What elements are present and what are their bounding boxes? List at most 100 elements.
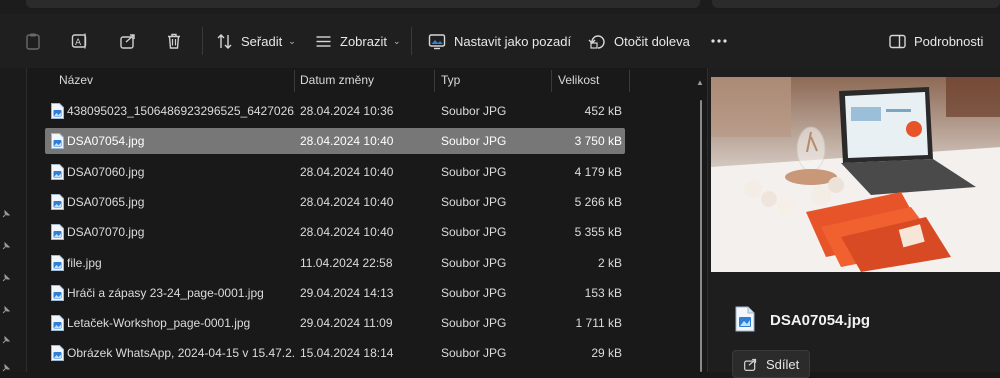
pin-icon[interactable] [2, 364, 10, 372]
command-bar: A Seřadit ⌄ Zobrazit ⌄ Nastavit jako poz… [0, 14, 1000, 69]
file-row[interactable]: DSA07070.jpg 28.04.2024 10:40 Soubor JPG 5 … [45, 219, 625, 245]
scrollbar-thumb[interactable] [700, 100, 702, 372]
jpg-file-icon [735, 306, 755, 332]
vertical-scrollbar[interactable]: ▲ [695, 68, 705, 372]
share-button[interactable] [119, 14, 137, 68]
pin-icon[interactable] [2, 210, 10, 218]
file-type: Soubor JPG [441, 134, 507, 149]
jpg-file-icon [51, 103, 64, 119]
jpg-file-icon [51, 315, 64, 332]
column-header-size[interactable]: Velikost [558, 68, 599, 94]
file-size: 5 355 kB [574, 225, 622, 240]
file-row[interactable]: DSA07060.jpg 28.04.2024 10:40 Soubor JPG 4 … [45, 159, 625, 185]
sort-label: Seřadit [241, 33, 283, 49]
jpg-file-icon [51, 163, 64, 180]
file-date-modified: 11.04.2024 22:58 [300, 255, 393, 270]
list-view-icon [316, 35, 331, 47]
file-name: DSA07054.jpg [67, 134, 145, 149]
column-divider[interactable] [551, 70, 552, 92]
file-size: 2 kB [597, 255, 622, 270]
details-pane-icon [889, 34, 906, 48]
file-date-modified: 28.04.2024 10:36 [300, 104, 394, 118]
details-pane: DSA07054.jpg Sdílet [707, 68, 1000, 378]
more-icon [711, 39, 727, 43]
file-date-modified: 28.04.2024 10:40 [300, 134, 394, 149]
search-bar-edge [712, 0, 1000, 8]
pin-icon[interactable] [2, 274, 10, 282]
file-row[interactable]: file.jpg 11.04.2024 22:58 Soubor JPG 2 kB [45, 250, 625, 276]
svg-text:A: A [75, 38, 82, 48]
column-header-date[interactable]: Datum změny [300, 68, 374, 94]
rotate-left-button[interactable]: Otočit doleva [588, 14, 690, 68]
rotate-left-icon [588, 34, 605, 49]
details-pane-button[interactable]: Podrobnosti [889, 14, 983, 68]
share-label: Sdílet [766, 356, 800, 372]
file-size: 3 750 kB [574, 134, 622, 149]
file-size: 153 kB [584, 285, 622, 300]
view-button[interactable]: Zobrazit ⌄ [315, 14, 401, 68]
file-size: 452 kB [584, 104, 622, 118]
scroll-up-arrow-icon[interactable]: ▲ [696, 78, 704, 87]
file-type: Soubor JPG [441, 104, 507, 118]
file-row[interactable]: Letaček-Workshop_page-0001.jpg 29.04.2024… [45, 310, 625, 336]
chevron-down-icon: ⌄ [288, 35, 296, 46]
file-type: Soubor JPG [441, 194, 507, 209]
file-name: 438095023_1506486923296525_642702610... [67, 104, 295, 118]
details-share-button[interactable]: Sdílet [732, 350, 810, 378]
file-row[interactable]: 438095023_1506486923296525_642702610... 2… [45, 98, 625, 124]
pin-icon[interactable] [2, 306, 10, 314]
toolbar-divider [202, 27, 203, 55]
file-type: Soubor JPG [441, 346, 507, 361]
file-type: Soubor JPG [441, 164, 507, 179]
paste-button[interactable] [24, 14, 42, 68]
share-icon [744, 358, 757, 371]
rename-button[interactable]: A [71, 14, 89, 68]
jpg-file-icon [51, 254, 64, 271]
desktop-background-icon [428, 33, 446, 49]
file-list: Název Datum změny Typ Velikost 438095023… [27, 68, 707, 372]
pin-icon[interactable] [2, 242, 10, 250]
more-options-button[interactable] [710, 14, 728, 68]
column-divider[interactable] [629, 70, 630, 92]
jpg-file-icon [51, 133, 64, 150]
file-date-modified: 28.04.2024 10:40 [300, 164, 394, 179]
navigation-pane [0, 68, 18, 372]
file-size: 5 266 kB [574, 194, 622, 209]
rotate-left-label: Otočit doleva [614, 33, 690, 49]
share-icon [120, 34, 135, 49]
column-header-row: Název Datum změny Typ Velikost [27, 68, 707, 94]
title-strip [0, 0, 1000, 14]
file-name: DSA07060.jpg [67, 164, 145, 179]
file-name: DSA07070.jpg [67, 225, 145, 240]
view-label: Zobrazit [340, 33, 387, 49]
file-size: 4 179 kB [574, 164, 622, 179]
set-as-background-button[interactable]: Nastavit jako pozadí [428, 14, 571, 68]
file-type: Soubor JPG [441, 285, 507, 300]
toolbar-divider [411, 27, 412, 55]
file-name: DSA07065.jpg [67, 194, 145, 209]
file-type: Soubor JPG [441, 255, 507, 270]
address-bar-edge [26, 0, 700, 8]
column-divider[interactable] [294, 70, 295, 92]
jpg-file-icon [51, 284, 64, 301]
file-name: file.jpg [67, 255, 102, 270]
jpg-file-icon [51, 193, 64, 210]
delete-button[interactable] [165, 14, 183, 68]
file-type: Soubor JPG [441, 316, 507, 331]
column-header-type[interactable]: Typ [441, 68, 460, 94]
file-row[interactable]: Hráči a zápasy 23-24_page-0001.jpg 29.04.… [45, 280, 625, 306]
file-row[interactable]: DSA07054.jpg 28.04.2024 10:40 Soubor JPG 3 … [45, 128, 625, 155]
column-divider[interactable] [434, 70, 435, 92]
file-name: Letaček-Workshop_page-0001.jpg [67, 316, 251, 331]
file-row[interactable]: Obrázek WhatsApp, 2024-04-15 v 15.47.2..… [45, 340, 625, 366]
pane-splitter[interactable] [18, 68, 27, 372]
file-size: 1 711 kB [575, 316, 622, 331]
clipboard-icon [26, 33, 40, 50]
pin-icon[interactable] [2, 336, 10, 344]
rename-icon: A [71, 33, 87, 49]
trash-icon [168, 33, 180, 49]
sort-button[interactable]: Seřadit ⌄ [216, 14, 296, 68]
file-row[interactable]: DSA07065.jpg 28.04.2024 10:40 Soubor JPG 5 … [45, 189, 625, 215]
details-label: Podrobnosti [914, 33, 984, 49]
column-header-name[interactable]: Název [59, 68, 93, 94]
